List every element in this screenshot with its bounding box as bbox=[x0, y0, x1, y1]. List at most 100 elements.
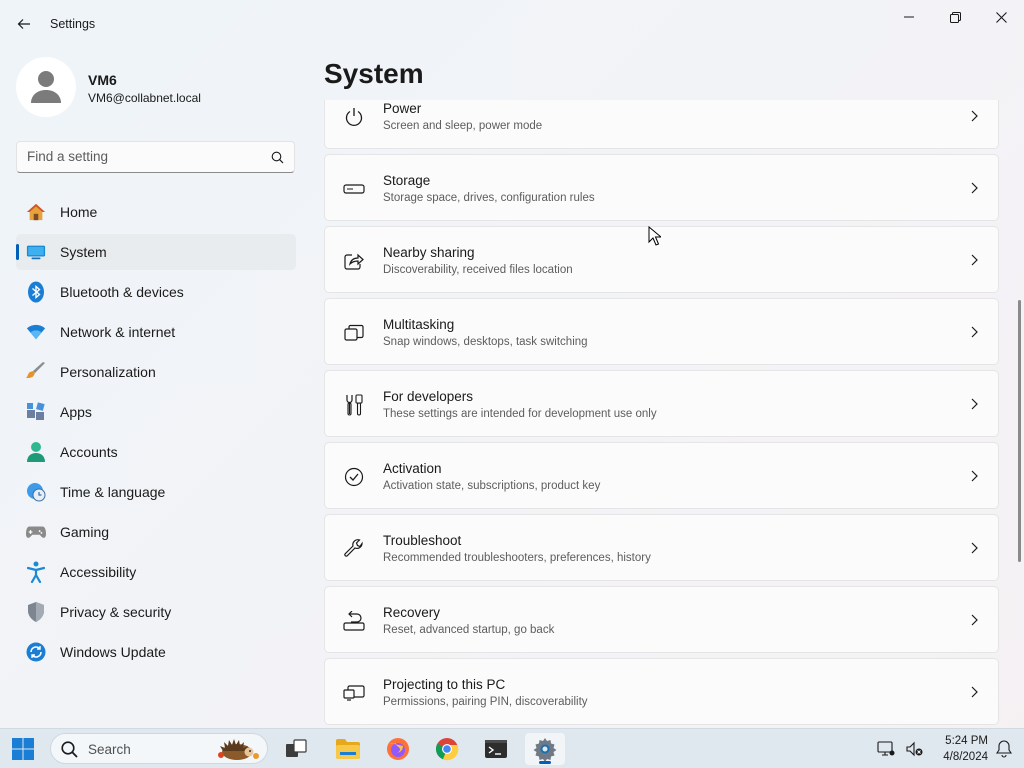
projecting-icon bbox=[342, 681, 366, 705]
restore-button[interactable] bbox=[932, 4, 978, 30]
check-circle-icon bbox=[342, 465, 366, 489]
search-icon bbox=[61, 741, 78, 763]
card-activation[interactable]: Activation Activation state, subscriptio… bbox=[324, 442, 999, 509]
scrollbar-thumb[interactable] bbox=[1018, 300, 1021, 562]
card-description: Screen and sleep, power mode bbox=[383, 120, 543, 132]
avatar[interactable] bbox=[16, 57, 76, 117]
sidebar-item-privacy-security[interactable]: Privacy & security bbox=[16, 594, 296, 630]
sidebar-item-home[interactable]: Home bbox=[16, 194, 296, 230]
user-name: VM6 bbox=[88, 72, 117, 88]
firefox-icon bbox=[387, 738, 409, 760]
shield-icon bbox=[26, 602, 46, 622]
card-description: Recommended troubleshooters, preferences… bbox=[383, 552, 651, 564]
sidebar-item-network[interactable]: Network & internet bbox=[16, 314, 296, 350]
card-description: Storage space, drives, configuration rul… bbox=[383, 192, 595, 204]
card-troubleshoot[interactable]: Troubleshoot Recommended troubleshooters… bbox=[324, 514, 999, 581]
page-title: System bbox=[324, 58, 424, 89]
apps-icon bbox=[26, 402, 46, 422]
sidebar-item-personalization[interactable]: Personalization bbox=[16, 354, 296, 390]
card-description: Permissions, pairing PIN, discoverabilit… bbox=[383, 696, 588, 708]
card-power[interactable]: Power Screen and sleep, power mode bbox=[324, 100, 999, 149]
clock-date: 4/8/2024 bbox=[943, 751, 988, 763]
start-button[interactable] bbox=[8, 735, 38, 763]
title-bar: Settings bbox=[0, 0, 1024, 48]
card-title: Activation bbox=[383, 461, 442, 476]
card-projecting[interactable]: Projecting to this PC Permissions, pairi… bbox=[324, 658, 999, 725]
card-description: Discoverability, received files location bbox=[383, 264, 573, 276]
gamepad-icon bbox=[26, 522, 46, 542]
scrollbar[interactable] bbox=[1016, 100, 1024, 726]
person-icon bbox=[26, 442, 46, 462]
card-multitasking[interactable]: Multitasking Snap windows, desktops, tas… bbox=[324, 298, 999, 365]
card-storage[interactable]: Storage Storage space, drives, configura… bbox=[324, 154, 999, 221]
share-icon bbox=[342, 249, 366, 273]
sidebar-item-accessibility[interactable]: Accessibility bbox=[16, 554, 296, 590]
sidebar-item-time-language[interactable]: Time & language bbox=[16, 474, 296, 510]
sidebar-item-label: Personalization bbox=[60, 364, 156, 380]
card-description: Reset, advanced startup, go back bbox=[383, 624, 555, 636]
clock-time: 5:24 PM bbox=[945, 735, 988, 747]
taskbar-firefox[interactable] bbox=[378, 733, 418, 765]
chrome-icon bbox=[435, 738, 459, 761]
card-title: Multitasking bbox=[383, 317, 455, 332]
notification-bell-icon[interactable] bbox=[994, 739, 1014, 759]
card-description: These settings are intended for developm… bbox=[383, 408, 657, 420]
sidebar-item-label: Network & internet bbox=[60, 324, 176, 340]
tray-network-icon[interactable] bbox=[876, 739, 896, 759]
card-title: Storage bbox=[383, 173, 431, 188]
taskbar-task-view[interactable] bbox=[276, 733, 316, 765]
sidebar-item-label: Gaming bbox=[60, 524, 110, 540]
tray-volume-muted-icon[interactable] bbox=[905, 739, 925, 759]
app-title: Settings bbox=[50, 17, 96, 31]
taskbar-settings[interactable] bbox=[525, 733, 565, 765]
sidebar-item-bluetooth[interactable]: Bluetooth & devices bbox=[16, 274, 296, 310]
sidebar-item-system[interactable]: System bbox=[16, 234, 296, 270]
chevron-right-icon bbox=[968, 685, 980, 699]
sidebar-item-label: Bluetooth & devices bbox=[60, 284, 184, 300]
search-icon[interactable] bbox=[271, 151, 284, 169]
settings-icon bbox=[533, 738, 557, 761]
terminal-icon bbox=[485, 740, 507, 758]
developer-tools-icon bbox=[342, 393, 366, 417]
chevron-right-icon bbox=[968, 613, 980, 627]
sidebar-item-label: Accounts bbox=[60, 444, 118, 460]
card-for-developers[interactable]: For developers These settings are intend… bbox=[324, 370, 999, 437]
settings-search[interactable] bbox=[16, 141, 295, 173]
card-title: Nearby sharing bbox=[383, 245, 475, 260]
globe-clock-icon bbox=[26, 482, 46, 502]
storage-icon bbox=[342, 177, 366, 201]
card-recovery[interactable]: Recovery Reset, advanced startup, go bac… bbox=[324, 586, 999, 653]
sidebar-item-label: System bbox=[60, 244, 107, 260]
taskbar-search-label: Search bbox=[88, 742, 131, 757]
sidebar-item-accounts[interactable]: Accounts bbox=[16, 434, 296, 470]
card-nearby-sharing[interactable]: Nearby sharing Discoverability, received… bbox=[324, 226, 999, 293]
close-button[interactable] bbox=[978, 4, 1024, 30]
chevron-right-icon bbox=[968, 181, 980, 195]
card-title: Power bbox=[383, 101, 422, 116]
restore-icon bbox=[949, 11, 961, 23]
sidebar-item-gaming[interactable]: Gaming bbox=[16, 514, 296, 550]
back-arrow-icon bbox=[17, 19, 30, 29]
sidebar-item-apps[interactable]: Apps bbox=[16, 394, 296, 430]
chevron-right-icon bbox=[968, 325, 980, 339]
chevron-right-icon bbox=[968, 109, 980, 123]
taskbar-terminal[interactable] bbox=[476, 733, 516, 765]
search-highlight-icon bbox=[215, 737, 261, 761]
back-button[interactable] bbox=[12, 12, 36, 36]
mouse-cursor-icon bbox=[648, 225, 663, 251]
taskbar-file-explorer[interactable] bbox=[328, 733, 368, 765]
system-clock[interactable]: 5:24 PM 4/8/2024 bbox=[928, 733, 988, 765]
search-input[interactable] bbox=[27, 149, 257, 164]
home-icon bbox=[26, 202, 46, 222]
close-icon bbox=[995, 11, 1007, 23]
minimize-button[interactable] bbox=[886, 4, 932, 30]
multitasking-icon bbox=[342, 321, 366, 345]
chevron-right-icon bbox=[968, 397, 980, 411]
card-description: Activation state, subscriptions, product… bbox=[383, 480, 601, 492]
sidebar-item-windows-update[interactable]: Windows Update bbox=[16, 634, 296, 670]
windows-logo-icon bbox=[12, 738, 34, 760]
taskbar-search[interactable]: Search bbox=[50, 733, 268, 764]
sidebar-item-label: Privacy & security bbox=[60, 604, 172, 620]
taskbar-chrome[interactable] bbox=[427, 733, 467, 765]
power-icon bbox=[342, 105, 366, 129]
